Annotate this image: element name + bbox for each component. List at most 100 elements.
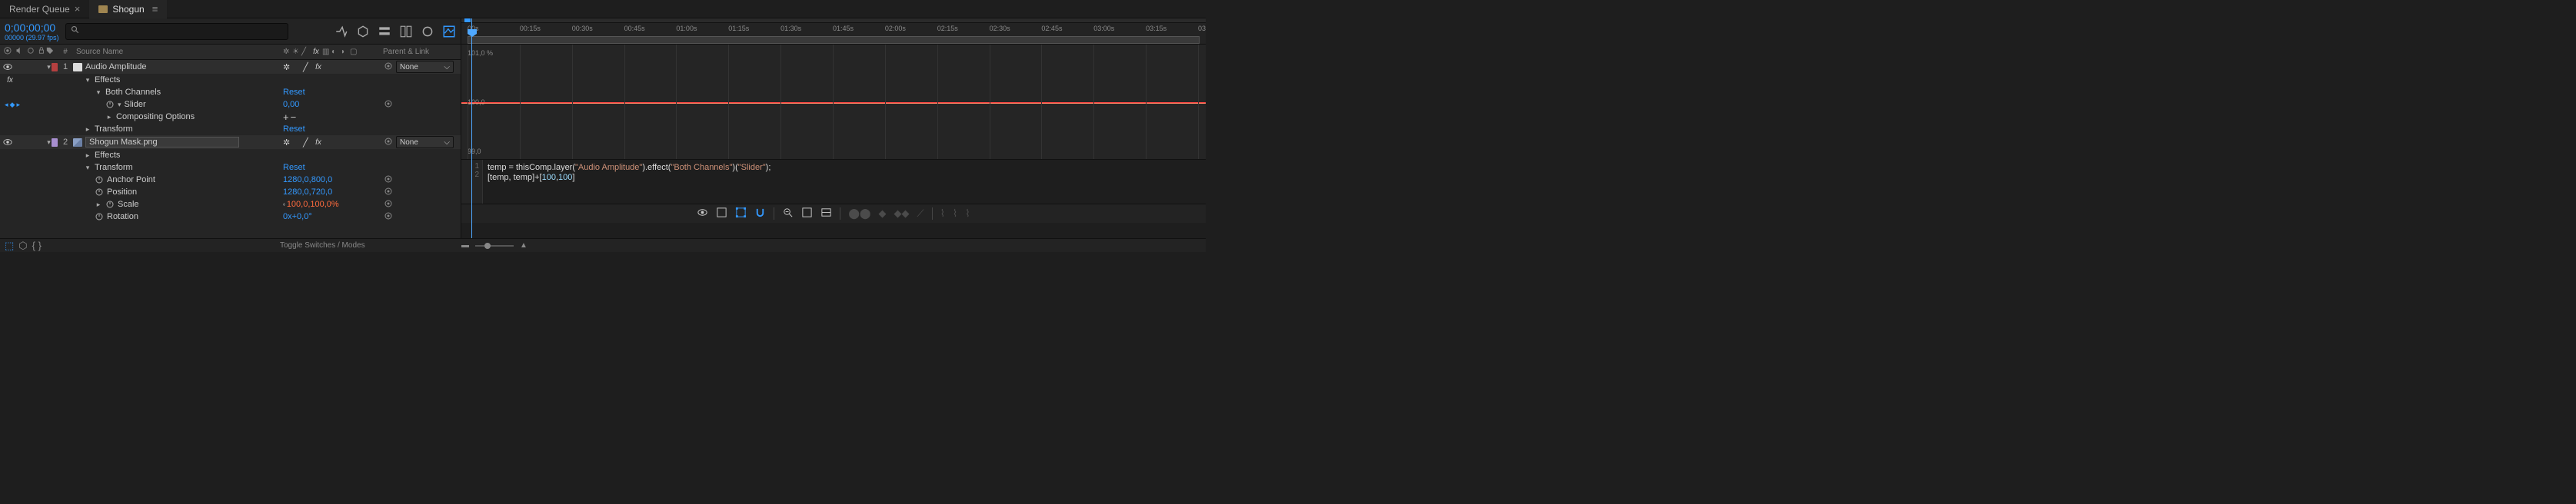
twirl-right-icon[interactable]: ▸ [95,201,102,209]
keyframe-velocity-icon[interactable]: ⟋ [917,207,924,220]
layer-row[interactable]: ▾ 1 Audio Amplitude ✲ ╱ fx None⌵ [0,60,461,74]
rotation-value[interactable]: 0x+0,0° [283,212,312,221]
draft3d-icon[interactable] [356,25,370,38]
keyframe-interp-icon[interactable]: ◆◆ [894,207,909,220]
twirl-down-icon[interactable]: ▾ [46,138,52,147]
solo-column-icon[interactable] [26,46,35,58]
effects-toggle-icon[interactable]: ⬡ [18,240,27,252]
twirl-right-icon[interactable]: ▸ [84,125,92,134]
property-row[interactable]: ◂◆▸ ▾Slider 0,00 [0,98,461,111]
render-toggle-icon[interactable]: ⬚ [5,240,14,252]
column-parent[interactable]: Parent & Link [380,48,461,56]
label-column-icon[interactable] [46,47,54,57]
graph-editor[interactable]: 101,0 % 100,0 99,0 [461,45,1206,160]
reset-link[interactable]: Reset [283,163,305,172]
lock-column-icon[interactable] [37,46,46,58]
layer-name[interactable]: Shogun Mask.png [85,137,239,148]
fit-all-icon[interactable] [820,207,832,220]
easy-ease-out-icon[interactable]: ⌇ [965,207,970,220]
switch-cell[interactable]: ✲ [283,138,291,148]
property-row[interactable]: Anchor Point 1280,0,800,0 [0,174,461,186]
visibility-toggle[interactable] [3,138,12,147]
graph-options-icon[interactable] [716,207,727,220]
tab-render-queue[interactable]: Render Queue × [0,0,89,18]
parent-dropdown[interactable]: None⌵ [396,136,454,148]
property-row[interactable]: ▾Transform Reset [0,161,461,174]
column-number[interactable]: # [58,48,73,56]
fx-switch[interactable]: fx [313,63,324,71]
time-ruler[interactable]: 00s00:15s00:30s00:45s01:00s01:15s01:30s0… [461,18,1206,45]
auto-zoom-icon[interactable] [782,207,794,220]
stopwatch-icon[interactable] [105,199,115,211]
snap-icon[interactable] [754,207,766,220]
shy-icon[interactable] [378,25,391,38]
switch-cell[interactable]: ╱ [303,62,311,72]
property-row[interactable]: fx ▾Effects [0,74,461,86]
easy-ease-icon[interactable]: ⌇ [940,207,945,220]
expression-lang-icon[interactable]: ▾ [118,101,121,109]
search-input[interactable] [85,27,288,36]
parent-dropdown[interactable]: None⌵ [396,61,454,73]
frame-blend-icon[interactable] [399,25,413,38]
column-source-name[interactable]: Source Name [73,48,280,56]
pickwhip-icon[interactable] [383,198,394,211]
property-row[interactable]: ▸Effects [0,149,461,161]
twirl-down-icon[interactable]: ▾ [46,63,52,71]
stopwatch-icon[interactable] [95,211,104,223]
property-row[interactable]: ▸Scale ⬫ 100,0,100,0% [0,198,461,211]
prev-keyframe-icon[interactable]: ◂ [5,101,8,109]
edit-keyframe-icon[interactable]: ◆ [878,207,886,220]
graph-editor-icon[interactable] [442,25,456,38]
next-keyframe-icon[interactable]: ▸ [16,101,20,109]
close-icon[interactable]: × [75,3,81,15]
pickwhip-icon[interactable] [383,98,394,111]
constrain-icon[interactable]: ⬫ [283,201,285,209]
twirl-right-icon[interactable]: ▸ [105,113,113,121]
brackets-icon[interactable]: { } [32,240,42,251]
anchor-value[interactable]: 1280,0,800,0 [283,175,332,184]
visibility-toggle[interactable] [3,62,12,71]
switch-cell[interactable]: ╱ [303,138,311,148]
pickwhip-icon[interactable] [383,186,394,199]
twirl-right-icon[interactable]: ▸ [84,151,92,160]
show-props-icon[interactable] [697,207,708,220]
stopwatch-icon[interactable] [95,187,104,198]
stopwatch-icon[interactable] [95,174,104,186]
panel-menu-icon[interactable]: ≡ [152,3,158,15]
current-timecode[interactable]: 0;00;00;00 [5,22,59,34]
property-row[interactable]: Position 1280,0,720,0 [0,186,461,198]
stopwatch-icon[interactable] [105,99,115,111]
search-box[interactable] [65,23,288,40]
audio-column-icon[interactable] [15,46,24,58]
show-transform-box-icon[interactable] [735,207,747,220]
twirl-down-icon[interactable]: ▾ [84,164,92,172]
twirl-down-icon[interactable]: ▾ [95,88,102,97]
toggle-switches-label[interactable]: Toggle Switches / Modes [280,241,365,250]
expression-editor[interactable]: 1 2 temp = thisComp.layer("Audio Amplitu… [461,160,1206,204]
fx-switch[interactable]: fx [313,138,324,147]
property-row[interactable]: Rotation 0x+0,0° [0,211,461,223]
motion-blur-icon[interactable] [421,25,434,38]
property-row[interactable]: ▸Compositing Options + − [0,111,461,123]
pickwhip-icon[interactable] [383,136,394,149]
layer-row[interactable]: ▾ 2 Shogun Mask.png ✲ ╱ fx None⌵ [0,135,461,149]
work-area-start[interactable] [464,18,471,22]
pickwhip-icon[interactable] [383,174,394,187]
video-column-icon[interactable] [3,46,12,58]
playhead[interactable] [468,29,478,45]
composition-flowchart-icon[interactable] [334,25,348,38]
slider-value[interactable]: 0,00 [283,100,299,109]
property-row[interactable]: ▸Transform Reset [0,123,461,135]
expression-code[interactable]: temp = thisComp.layer("Audio Amplitude")… [483,160,1206,204]
scale-value[interactable]: 100,0,100,0% [287,200,339,209]
fit-selection-icon[interactable] [801,207,813,220]
color-label[interactable] [52,138,58,147]
reset-link[interactable]: Reset [283,88,305,97]
easy-ease-in-icon[interactable]: ⌇ [953,207,957,220]
work-area-bar[interactable] [468,36,1200,44]
color-label[interactable] [52,63,58,71]
zoom-in-icon[interactable]: ▲ [520,241,528,250]
reset-link[interactable]: Reset [283,124,305,134]
separate-dims-icon[interactable]: ⬤⬤ [848,207,870,220]
zoom-out-icon[interactable]: ▬ [461,241,469,250]
